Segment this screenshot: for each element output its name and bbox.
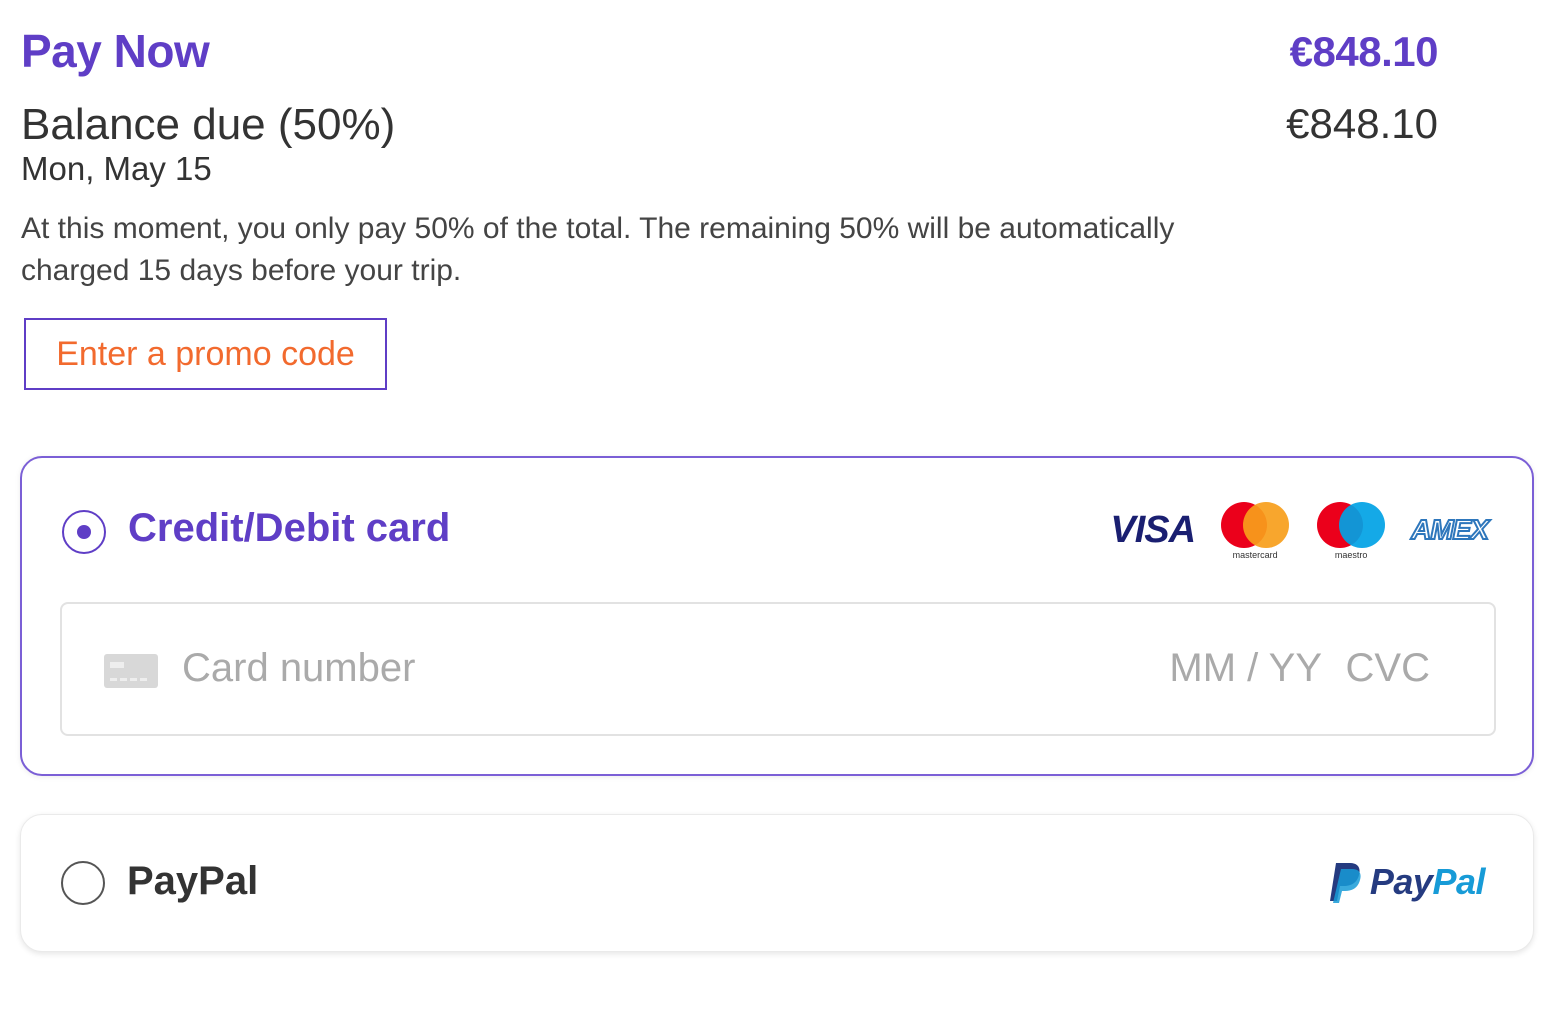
paypal-logo: Pay Pal xyxy=(1328,861,1485,903)
balance-due-amount: €848.10 xyxy=(1286,100,1438,147)
promo-code-button[interactable]: Enter a promo code xyxy=(24,318,387,390)
card-expiry-input[interactable] xyxy=(1162,646,1322,691)
card-number-input[interactable] xyxy=(182,646,882,691)
maestro-logo: maestro xyxy=(1315,502,1387,560)
balance-due-date: Mon, May 15 xyxy=(21,150,212,187)
credit-card-option[interactable]: Credit/Debit card VISA mastercard maestr… xyxy=(20,456,1534,776)
maestro-caption: maestro xyxy=(1334,550,1368,560)
balance-due-label: Balance due (50%) xyxy=(21,100,396,149)
mastercard-orange-circle xyxy=(1243,502,1290,548)
credit-card-icon xyxy=(104,654,158,688)
mastercard-caption: mastercard xyxy=(1232,550,1278,560)
card-details-field[interactable] xyxy=(60,602,1496,736)
card-cvc-input[interactable] xyxy=(1340,646,1430,691)
credit-card-radio[interactable] xyxy=(62,510,106,554)
paypal-logo-pay: Pay xyxy=(1369,861,1433,902)
card-brand-logos: VISA mastercard maestro AMEX xyxy=(1110,502,1490,560)
credit-card-label[interactable]: Credit/Debit card xyxy=(128,506,450,551)
mastercard-logo: mastercard xyxy=(1219,502,1291,560)
paypal-label[interactable]: PayPal xyxy=(127,859,258,904)
payment-note: At this moment, you only pay 50% of the … xyxy=(21,212,1175,287)
amex-logo: AMEX xyxy=(1410,513,1490,546)
paypal-radio[interactable] xyxy=(61,861,105,905)
paypal-logo-pal: Pal xyxy=(1432,861,1485,902)
pay-now-title: Pay Now xyxy=(21,25,210,77)
paypal-option[interactable]: PayPal Pay Pal xyxy=(20,814,1534,952)
paypal-p-icon xyxy=(1329,863,1361,903)
visa-logo: VISA xyxy=(1110,508,1196,551)
pay-now-total: €848.10 xyxy=(1289,28,1439,75)
maestro-blue-circle xyxy=(1339,502,1386,548)
